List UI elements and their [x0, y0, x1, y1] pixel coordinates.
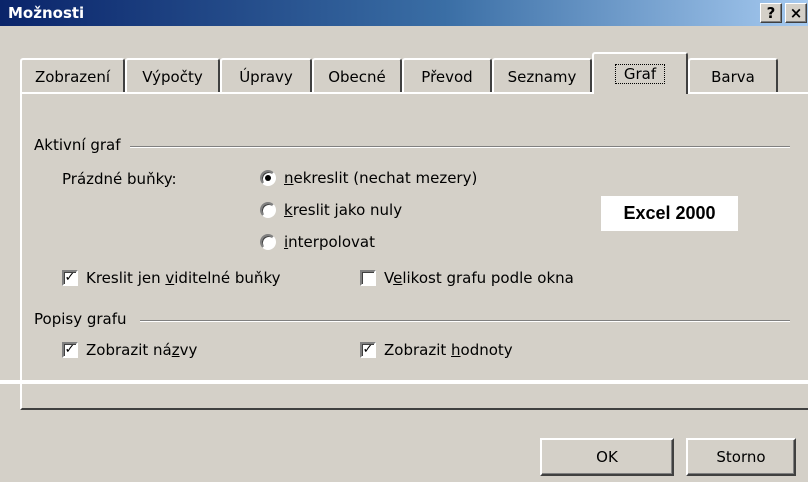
tab-label: Převod	[421, 68, 473, 86]
tab-prevod[interactable]: Převod	[402, 58, 492, 94]
tab-label: Úpravy	[239, 68, 293, 86]
tab-upravy[interactable]: Úpravy	[220, 58, 312, 94]
tab-label: Zobrazení	[34, 68, 111, 86]
tab-zobrazeni[interactable]: Zobrazení	[20, 58, 125, 94]
window-title: Možnosti	[8, 4, 85, 22]
help-button[interactable]: ?	[760, 3, 782, 23]
close-button[interactable]: ×	[785, 3, 807, 23]
tab-label: Graf	[614, 64, 666, 84]
tab-obecne[interactable]: Obecné	[312, 58, 402, 94]
tab-panel	[20, 92, 808, 410]
options-dialog: Možnosti ? × Zobrazení Výpočty Úpravy Ob…	[0, 0, 808, 482]
title-bar: Možnosti ? ×	[0, 0, 808, 26]
tab-vypocty[interactable]: Výpočty	[125, 58, 220, 94]
ok-button[interactable]: OK	[540, 438, 674, 476]
tab-label: Seznamy	[507, 68, 577, 86]
tab-label: Barva	[711, 68, 755, 86]
tab-label: Obecné	[328, 68, 386, 86]
tab-graf[interactable]: Graf	[592, 52, 688, 94]
separator-strip	[0, 380, 808, 384]
tab-barva[interactable]: Barva	[688, 58, 778, 94]
tab-label: Výpočty	[142, 68, 203, 86]
tab-seznamy[interactable]: Seznamy	[492, 58, 592, 94]
cancel-button[interactable]: Storno	[686, 438, 796, 476]
